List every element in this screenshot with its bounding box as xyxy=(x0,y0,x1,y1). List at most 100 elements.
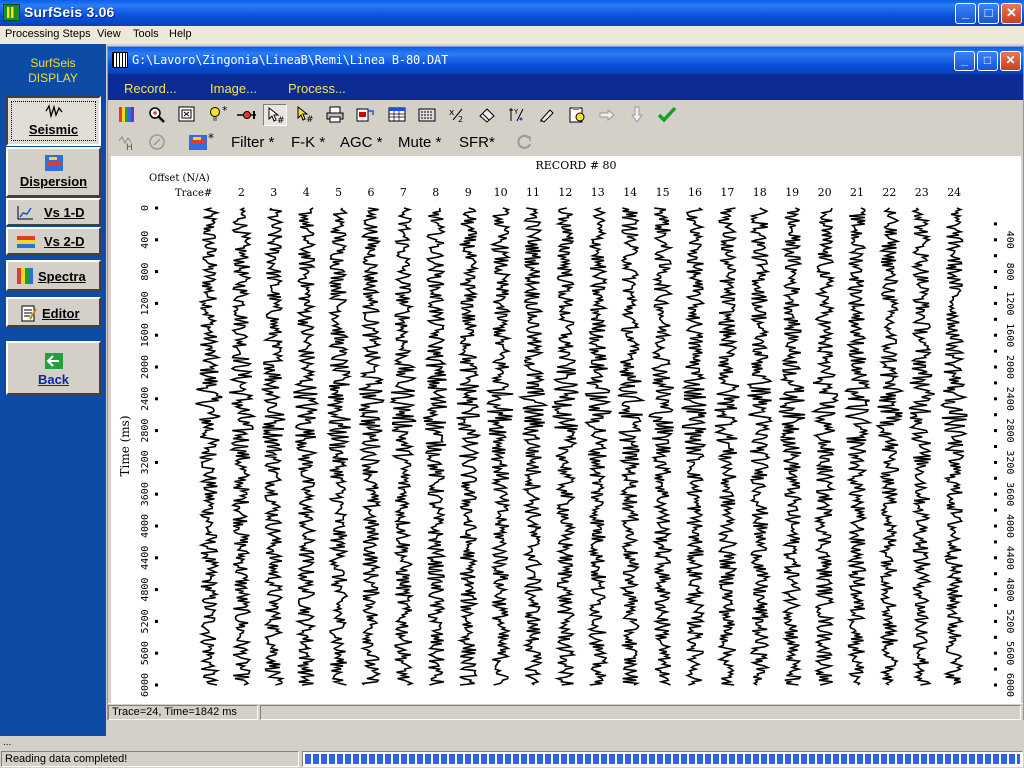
zoom-button[interactable] xyxy=(145,104,169,126)
filter-button[interactable]: Filter * xyxy=(231,134,274,151)
sidebar-seismic-button[interactable]: Seismic xyxy=(6,96,101,146)
seismic-trace-22 xyxy=(875,207,905,686)
seismic-trace-13 xyxy=(584,207,613,686)
apply-button[interactable] xyxy=(655,104,679,126)
sidebar-vs2d-button[interactable]: Vs 2-D xyxy=(6,227,101,255)
eraser-button[interactable] xyxy=(475,104,499,126)
trace-tick-label: 19 xyxy=(785,186,799,199)
scale-button[interactable]: x 2 xyxy=(445,104,469,126)
app-titlebar[interactable]: SurfSeis 3.06 _ □ ✕ xyxy=(0,0,1024,26)
record-window-titlebar[interactable]: G:\Lavoro\Zingonia\LineaB\Remi\Linea B-8… xyxy=(108,47,1023,74)
print-button[interactable] xyxy=(323,104,347,126)
pen-button[interactable] xyxy=(535,104,559,126)
clipboard-button[interactable] xyxy=(565,104,589,126)
seismic-trace-5 xyxy=(326,207,353,686)
trace-tick-label: 3 xyxy=(270,186,277,199)
close-button[interactable]: ✕ xyxy=(1001,3,1022,24)
menu-processing-steps[interactable]: Processing Steps xyxy=(5,28,91,40)
menu-process[interactable]: Process... xyxy=(288,81,346,96)
sidebar-spectra-button[interactable]: Spectra xyxy=(6,260,101,291)
table-button[interactable] xyxy=(385,104,409,126)
pick-icon xyxy=(237,111,256,119)
y-tick-mark-left xyxy=(155,238,158,242)
minimize-button[interactable]: _ xyxy=(955,3,976,24)
seismic-trace-15 xyxy=(648,207,674,686)
child-close-button[interactable]: ✕ xyxy=(1000,51,1021,71)
trace-tick-label: 7 xyxy=(400,186,407,199)
sfr-button[interactable]: SFR* xyxy=(459,134,495,151)
status-dots: ... xyxy=(3,737,12,748)
y-minor-tick-right xyxy=(994,476,997,480)
progress-bar xyxy=(302,751,1023,767)
seismic-record-chart[interactable]: RECORD # 80 Offset (N/A) Trace# Time (ms… xyxy=(111,156,1021,703)
record-status-right xyxy=(260,705,1021,720)
y-tick-mark-left xyxy=(155,333,158,337)
y-tick-label-right: 400 xyxy=(1004,231,1015,249)
menu-tools[interactable]: Tools xyxy=(133,28,159,40)
app-window: SurfSeis 3.06 _ □ ✕ Processing Steps Vie… xyxy=(0,0,1024,768)
disabled-tool-icon[interactable] xyxy=(148,133,166,151)
trace-tick-label: 2 xyxy=(238,186,245,199)
child-maximize-button[interactable]: □ xyxy=(977,51,998,71)
keyboard-button[interactable] xyxy=(415,104,439,126)
seismic-icon xyxy=(45,104,63,118)
stats-button[interactable]: Y xyxy=(505,104,529,126)
sidebar-editor-button[interactable]: Editor xyxy=(6,297,101,327)
trace-tick-label: 16 xyxy=(688,186,702,199)
sidebar-dispersion-button[interactable]: Dispersion xyxy=(6,147,101,197)
sidebar-back-label: Back xyxy=(37,372,70,387)
y-tick-label-right: 800 xyxy=(1004,263,1015,281)
menu-view[interactable]: View xyxy=(97,28,121,40)
child-minimize-button[interactable]: _ xyxy=(954,51,975,71)
scale-icon: x 2 xyxy=(449,108,463,123)
trace-tick-label: 6 xyxy=(368,186,375,199)
y-tick-mark-left xyxy=(155,556,158,560)
seismic-trace-7 xyxy=(389,207,418,686)
arrow-right-button[interactable] xyxy=(595,104,619,126)
trace-tick-label: 23 xyxy=(915,186,929,199)
cursor-trace-button[interactable]: # xyxy=(263,104,287,126)
frame-button[interactable] xyxy=(175,104,199,126)
maximize-button[interactable]: □ xyxy=(978,3,999,24)
fk-button[interactable]: F-K * xyxy=(291,134,325,151)
y-minor-tick-right xyxy=(994,349,997,353)
y-tick-label-left: 400 xyxy=(140,231,151,249)
color-palette-button[interactable] xyxy=(115,104,139,126)
trace-tick-label: 10 xyxy=(494,186,508,199)
color-image-icon[interactable]: * xyxy=(188,132,216,152)
sidebar-vs1d-button[interactable]: Vs 1-D xyxy=(6,198,101,226)
agc-button[interactable]: AGC * xyxy=(340,134,383,151)
menu-image[interactable]: Image... xyxy=(210,81,257,96)
seismic-plot-area[interactable]: RECORD # 80 Offset (N/A) Trace# Time (ms… xyxy=(111,156,1021,703)
mute-button[interactable]: Mute * xyxy=(398,134,441,151)
seismic-trace-16 xyxy=(681,207,707,686)
export-button[interactable] xyxy=(353,104,377,126)
arrow-down-button[interactable] xyxy=(625,104,649,126)
y-tick-label-left: 3200 xyxy=(140,450,151,474)
y-minor-tick-right xyxy=(994,667,997,671)
y-tick-mark-left xyxy=(155,270,158,274)
y-tick-label-right: 1600 xyxy=(1004,323,1015,347)
menu-help[interactable]: Help xyxy=(169,28,192,40)
seismic-trace-2 xyxy=(228,207,257,686)
y-tick-label-left: 1600 xyxy=(140,323,151,347)
sidebar-back-button[interactable]: Back xyxy=(6,341,101,395)
y-tick-mark-left xyxy=(155,619,158,623)
y-minor-tick-right xyxy=(994,540,997,544)
refresh-icon[interactable] xyxy=(515,133,533,151)
record-statusbar: Trace=24, Time=1842 ms xyxy=(108,703,1023,720)
export-icon xyxy=(356,108,374,122)
y-tick-label-left: 0 xyxy=(140,205,151,211)
frame-icon xyxy=(178,106,195,122)
record-window: G:\Lavoro\Zingonia\LineaB\Remi\Linea B-8… xyxy=(107,46,1024,720)
seismic-trace-6 xyxy=(358,207,385,686)
y-tick-label-left: 5600 xyxy=(140,641,151,665)
svg-text:Y: Y xyxy=(513,108,519,116)
pick-button[interactable] xyxy=(233,104,261,126)
seismic-trace-8 xyxy=(423,207,448,686)
cursor-trace2-button[interactable]: # xyxy=(293,104,317,126)
sh-icon[interactable]: H xyxy=(118,133,138,151)
zoom-icon xyxy=(149,107,165,123)
highlight-button[interactable]: * xyxy=(205,104,233,126)
menu-record[interactable]: Record... xyxy=(124,81,177,96)
